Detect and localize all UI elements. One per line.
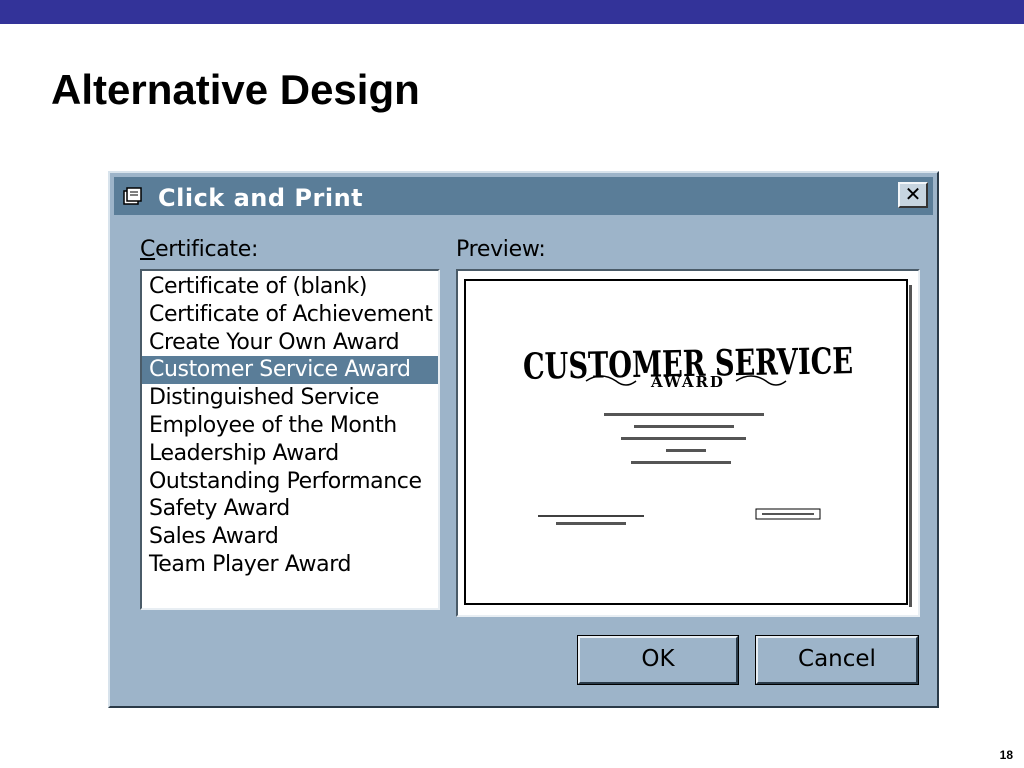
certificate-list-item[interactable]: Certificate of (blank) (142, 273, 438, 301)
preview-body-text (604, 413, 764, 464)
slide-top-bar (0, 0, 1024, 24)
dialog-title: Click and Print (158, 184, 364, 212)
certificate-list-item[interactable]: Distinguished Service (142, 384, 438, 412)
certificate-list-item[interactable]: Customer Service Award (142, 356, 438, 385)
ok-button[interactable]: OK (577, 635, 739, 685)
certificate-list-item[interactable]: Sales Award (142, 523, 438, 551)
close-x-icon: ✕ (904, 182, 922, 206)
preview-subheading: AWARD (650, 373, 725, 391)
click-and-print-dialog: Click and Print ✕ Certificate: Preview: … (108, 171, 939, 708)
preview-date-placeholder (755, 508, 821, 520)
certificate-list-item[interactable]: Create Your Own Award (142, 329, 438, 357)
certificate-list-item[interactable]: Certificate of Achievement (142, 301, 438, 329)
certificate-list-item[interactable]: Outstanding Performance (142, 468, 438, 496)
page-number: 18 (999, 748, 1013, 762)
dialog-titlebar[interactable]: Click and Print ✕ (114, 177, 933, 215)
certificate-list-item[interactable]: Team Player Award (142, 551, 438, 579)
certificate-list-item[interactable]: Safety Award (142, 495, 438, 523)
preview-signature-caption (556, 522, 626, 525)
preview-pane: CUSTOMER SERVICE AWARD (456, 269, 920, 617)
certificate-preview: CUSTOMER SERVICE AWARD (464, 279, 912, 607)
cancel-button[interactable]: Cancel (755, 635, 919, 685)
certificate-preview-graphic: CUSTOMER SERVICE AWARD (523, 340, 853, 525)
certificate-label: Certificate: (140, 237, 259, 262)
slide-title: Alternative Design (51, 66, 420, 113)
preview-label: Preview: (456, 237, 546, 262)
close-button[interactable]: ✕ (898, 182, 928, 208)
certificate-listbox[interactable]: Certificate of (blank) Certificate of Ach… (140, 269, 440, 610)
certificate-list-item[interactable]: Employee of the Month (142, 412, 438, 440)
certificate-list-item[interactable]: Leadership Award (142, 440, 438, 468)
printer-app-icon (123, 187, 142, 205)
